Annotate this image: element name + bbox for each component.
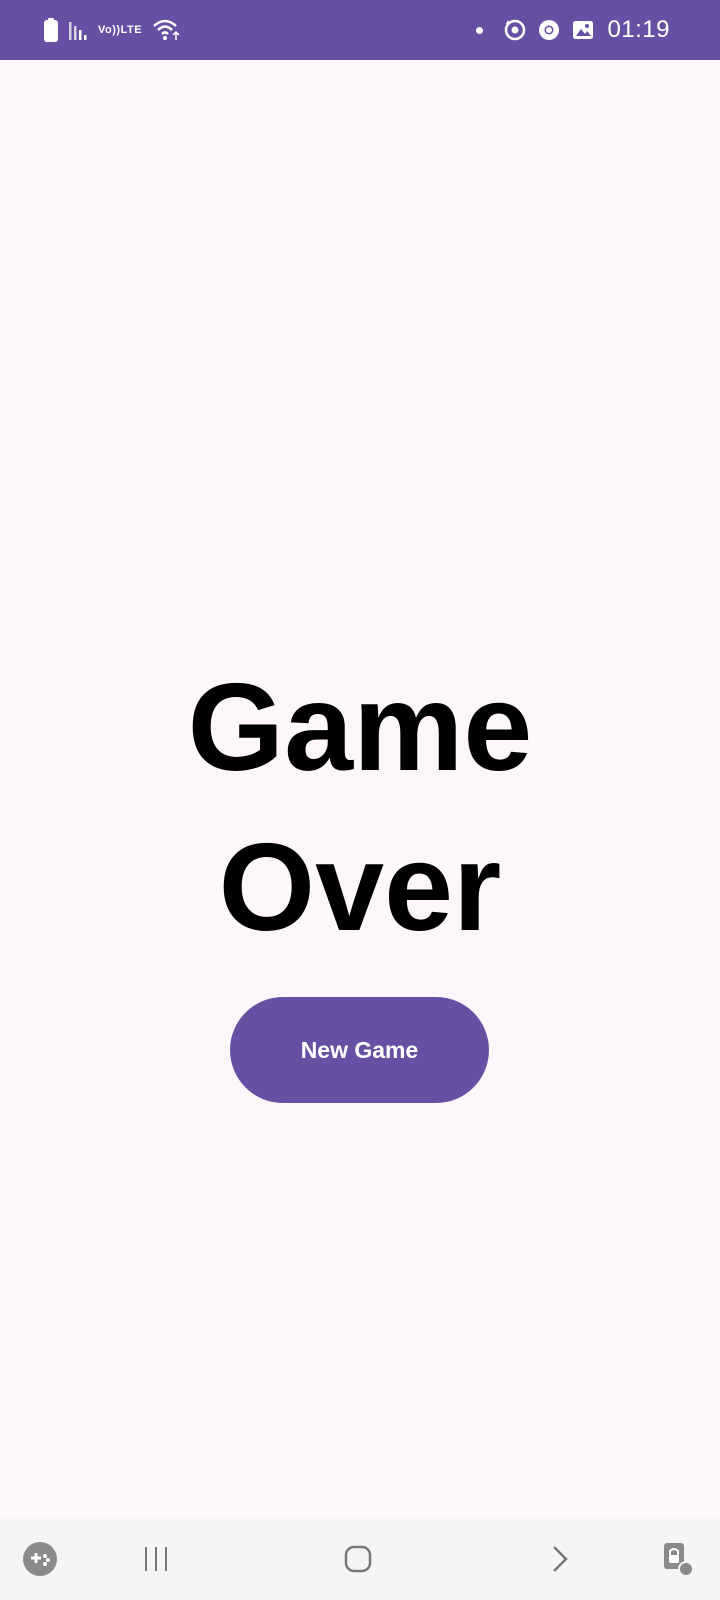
back-icon <box>549 1544 571 1574</box>
status-bar: Vo)) LTE 01:19 <box>0 0 720 60</box>
home-button[interactable] <box>336 1518 380 1600</box>
recent-apps-icon <box>142 1545 170 1573</box>
game-launcher-icon <box>23 1542 57 1576</box>
back-button[interactable] <box>538 1518 582 1600</box>
recent-apps-button[interactable] <box>134 1518 178 1600</box>
signal-icon <box>68 20 88 40</box>
clock: 01:19 <box>607 16 670 43</box>
sync-icon <box>503 18 527 42</box>
new-game-button[interactable]: New Game <box>230 997 489 1103</box>
wifi-icon <box>152 18 182 42</box>
game-over-screen: Game Over New Game <box>0 60 720 1518</box>
volte-icon: Vo)) LTE <box>98 24 143 36</box>
screen-pin-button[interactable] <box>656 1518 700 1600</box>
title-line-2: Over <box>218 819 502 957</box>
lte-label: LTE <box>120 24 143 36</box>
home-icon <box>344 1545 372 1573</box>
title-line-1: Game <box>187 659 533 797</box>
screen-pin-icon <box>660 1541 696 1577</box>
game-over-title: Game Over <box>0 648 720 968</box>
game-launcher-button[interactable] <box>20 1518 60 1600</box>
notification-dot-icon <box>476 26 484 34</box>
status-left-group: Vo)) LTE <box>44 0 182 60</box>
navigation-bar <box>0 1518 720 1600</box>
status-right-group: 01:19 <box>476 0 670 60</box>
battery-icon <box>44 18 58 42</box>
gallery-icon <box>571 18 595 42</box>
volte-label: Vo)) <box>98 24 121 36</box>
chrome-icon <box>537 18 561 42</box>
